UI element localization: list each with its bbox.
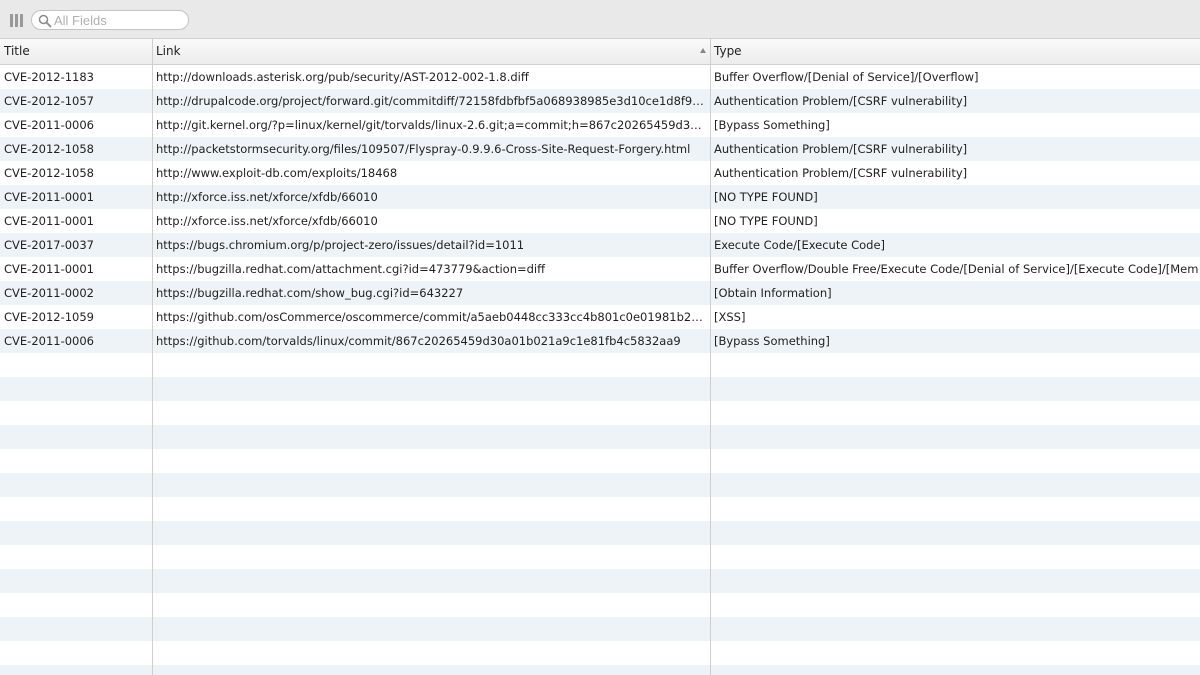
empty-row	[0, 641, 1200, 665]
type-cell: Execute Code/[Execute Code]	[714, 238, 886, 252]
table-row[interactable]: CVE-2011-0006 https://github.com/torvalds…	[0, 329, 1200, 353]
title-cell: CVE-2012-1058	[4, 166, 94, 180]
title-cell: CVE-2017-0037	[4, 238, 94, 252]
empty-row	[0, 593, 1200, 617]
title-cell: CVE-2012-1183	[4, 70, 94, 84]
link-cell: https://github.com/torvalds/linux/commit…	[156, 334, 681, 348]
table-row[interactable]: CVE-2011-0002 https://bugzilla.redhat.com…	[0, 281, 1200, 305]
sort-ascending-icon	[700, 48, 706, 53]
type-cell: Authentication Problem/[CSRF vulnerabili…	[714, 166, 968, 180]
table-row[interactable]: CVE-2012-1183 http://downloads.asterisk.o…	[0, 65, 1200, 89]
title-cell: CVE-2011-0006	[4, 118, 94, 132]
link-cell: https://github.com/osCommerce/oscommerce…	[156, 310, 710, 324]
empty-row	[0, 569, 1200, 593]
search-box[interactable]	[31, 10, 189, 30]
type-cell: [Bypass Something]	[714, 334, 830, 348]
grid-body: CVE-2012-1183 http://downloads.asterisk.o…	[0, 65, 1200, 675]
data-grid: Title Link Type CVE-2012-1183 http://down…	[0, 39, 1200, 675]
title-cell: CVE-2011-0002	[4, 286, 94, 300]
column-header-link[interactable]: Link	[152, 39, 710, 64]
table-row[interactable]: CVE-2011-0006 http://git.kernel.org/?p=li…	[0, 113, 1200, 137]
type-cell: [Bypass Something]	[714, 118, 830, 132]
title-cell: CVE-2011-0001	[4, 262, 94, 276]
link-cell: https://bugzilla.redhat.com/show_bug.cgi…	[156, 286, 464, 300]
table-row[interactable]: CVE-2011-0001 http://xforce.iss.net/xforc…	[0, 185, 1200, 209]
column-resize-handle[interactable]	[152, 39, 153, 675]
grid-header: Title Link Type	[0, 39, 1200, 65]
type-cell: [XSS]	[714, 310, 746, 324]
link-cell: https://bugs.chromium.org/p/project-zero…	[156, 238, 525, 252]
table-row[interactable]: CVE-2011-0001 http://xforce.iss.net/xforc…	[0, 209, 1200, 233]
type-cell: Authentication Problem/[CSRF vulnerabili…	[714, 94, 968, 108]
table-row[interactable]: CVE-2017-0037 https://bugs.chromium.org/p…	[0, 233, 1200, 257]
type-cell: [NO TYPE FOUND]	[714, 214, 818, 228]
empty-row	[0, 665, 1200, 675]
table-row[interactable]: CVE-2012-1059 https://github.com/osCommer…	[0, 305, 1200, 329]
column-header-title[interactable]: Title	[0, 39, 152, 64]
empty-row	[0, 497, 1200, 521]
type-cell: Authentication Problem/[CSRF vulnerabili…	[714, 142, 968, 156]
empty-row	[0, 617, 1200, 641]
search-icon	[38, 14, 52, 28]
type-cell: Buffer Overflow/Double Free/Execute Code…	[714, 262, 1199, 276]
search-input[interactable]	[54, 12, 182, 28]
type-cell: [NO TYPE FOUND]	[714, 190, 818, 204]
link-cell: http://packetstormsecurity.org/files/109…	[156, 142, 691, 156]
link-cell: http://xforce.iss.net/xforce/xfdb/66010	[156, 214, 378, 228]
column-header-type[interactable]: Type	[710, 39, 1200, 64]
table-row[interactable]: CVE-2012-1058 http://packetstormsecurity.…	[0, 137, 1200, 161]
title-cell: CVE-2012-1057	[4, 94, 94, 108]
table-row[interactable]: CVE-2012-1058 http://www.exploit-db.com/e…	[0, 161, 1200, 185]
column-header-label: Type	[714, 44, 742, 58]
link-cell: http://git.kernel.org/?p=linux/kernel/gi…	[156, 118, 709, 132]
empty-row	[0, 401, 1200, 425]
title-cell: CVE-2011-0001	[4, 214, 94, 228]
toolbar	[0, 0, 1200, 39]
title-cell: CVE-2012-1059	[4, 310, 94, 324]
link-cell: http://www.exploit-db.com/exploits/18468	[156, 166, 398, 180]
title-cell: CVE-2011-0006	[4, 334, 94, 348]
link-cell: https://bugzilla.redhat.com/attachment.c…	[156, 262, 546, 276]
table-row[interactable]: CVE-2012-1057 http://drupalcode.org/proje…	[0, 89, 1200, 113]
column-header-label: Link	[156, 44, 181, 58]
type-cell: Buffer Overflow/[Denial of Service]/[Ove…	[714, 70, 979, 84]
empty-row	[0, 521, 1200, 545]
empty-row	[0, 545, 1200, 569]
title-cell: CVE-2012-1058	[4, 142, 94, 156]
link-cell: http://drupalcode.org/project/forward.gi…	[156, 94, 710, 108]
column-resize-handle[interactable]	[710, 39, 711, 675]
table-row[interactable]: CVE-2011-0001 https://bugzilla.redhat.com…	[0, 257, 1200, 281]
link-cell: http://xforce.iss.net/xforce/xfdb/66010	[156, 190, 378, 204]
title-cell: CVE-2011-0001	[4, 190, 94, 204]
empty-row	[0, 425, 1200, 449]
columns-icon[interactable]	[10, 14, 24, 27]
empty-row	[0, 473, 1200, 497]
empty-row	[0, 353, 1200, 377]
empty-row	[0, 449, 1200, 473]
empty-row	[0, 377, 1200, 401]
type-cell: [Obtain Information]	[714, 286, 832, 300]
column-header-label: Title	[4, 44, 30, 58]
link-cell: http://downloads.asterisk.org/pub/securi…	[156, 70, 529, 84]
